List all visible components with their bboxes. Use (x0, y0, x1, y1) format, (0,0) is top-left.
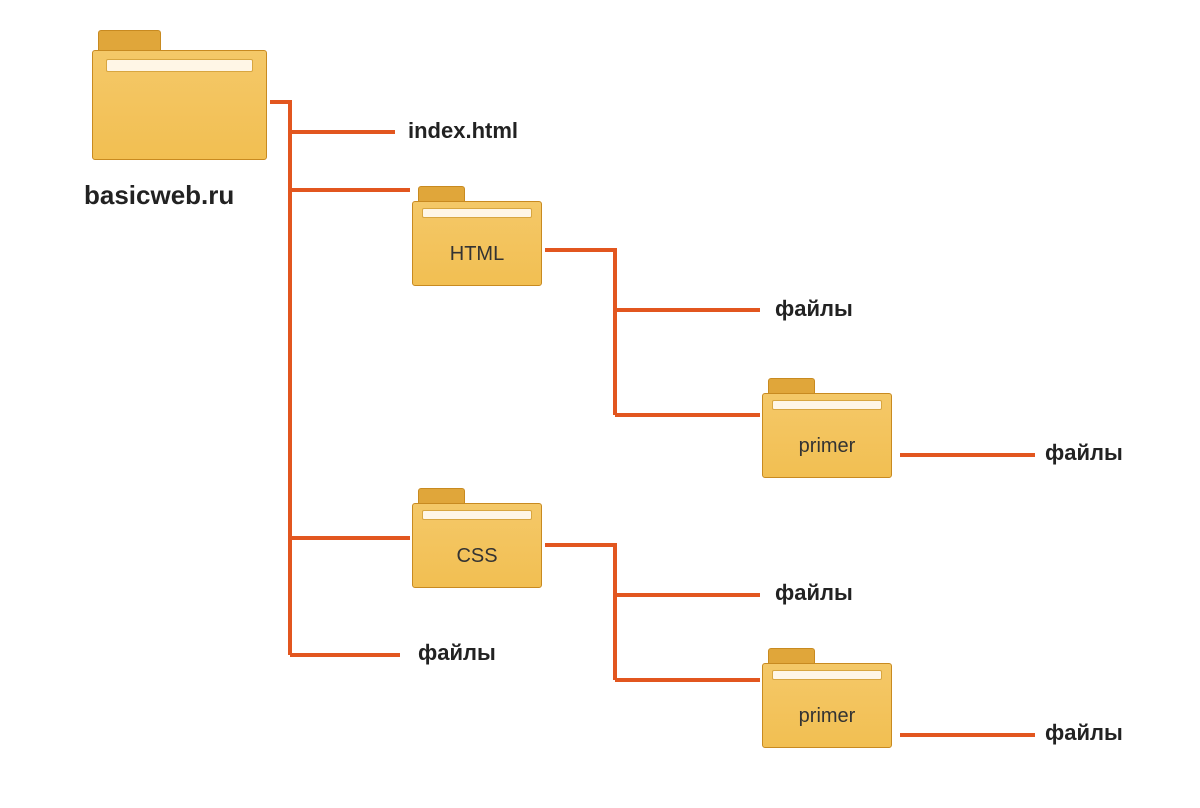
css-files-label: файлы (775, 580, 853, 606)
root-files-label: файлы (418, 640, 496, 666)
html-primer-folder-icon: primer (762, 378, 892, 478)
html-folder-label: HTML (412, 243, 542, 266)
css-primer-files-label: файлы (1045, 720, 1123, 746)
html-folder-icon: HTML (412, 186, 542, 286)
root-folder-label: basicweb.ru (84, 180, 234, 211)
html-primer-files-label: файлы (1045, 440, 1123, 466)
html-primer-folder-label: primer (762, 435, 892, 458)
html-files-label: файлы (775, 296, 853, 322)
css-primer-folder-label: primer (762, 705, 892, 728)
css-folder-icon: CSS (412, 488, 542, 588)
css-primer-folder-icon: primer (762, 648, 892, 748)
css-folder-label: CSS (412, 545, 542, 568)
root-folder-icon (92, 30, 267, 160)
file-index: index.html (408, 118, 518, 144)
